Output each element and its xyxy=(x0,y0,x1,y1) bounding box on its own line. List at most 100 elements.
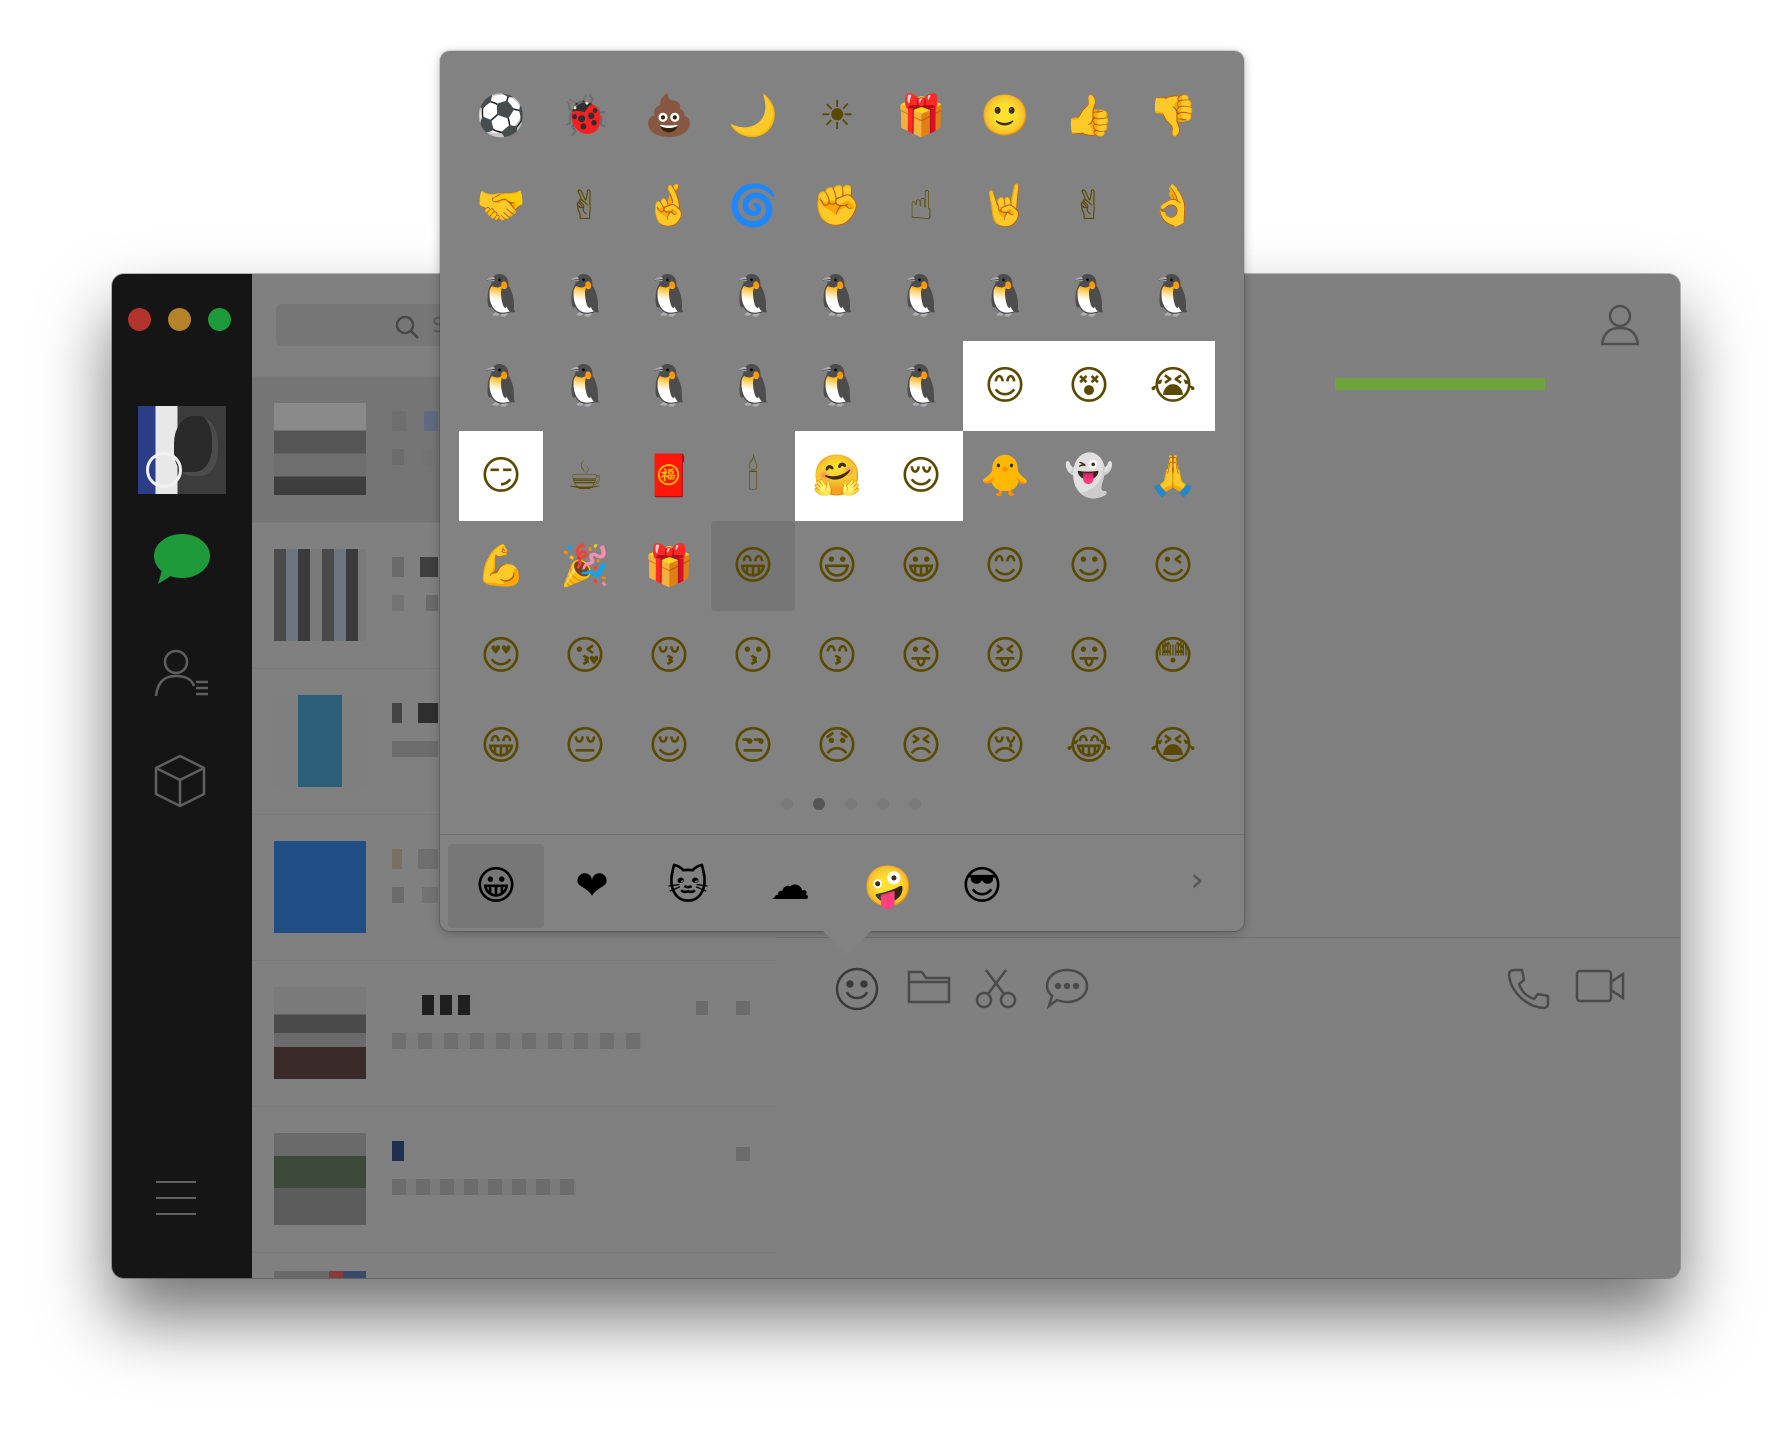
emoji-cell[interactable]: 😘 xyxy=(543,611,627,701)
menu-icon[interactable] xyxy=(152,1178,200,1218)
emoji-cell[interactable]: 🐧 xyxy=(963,251,1047,341)
emoji-cell[interactable]: 😊 xyxy=(963,341,1047,431)
emoji-cell[interactable]: 😭 xyxy=(1131,341,1215,431)
emoji-cell[interactable]: 🐧 xyxy=(1047,251,1131,341)
emoji-cell[interactable]: 🐧 xyxy=(795,341,879,431)
emoji-cell[interactable]: 🐧 xyxy=(711,251,795,341)
close-window-button[interactable] xyxy=(128,308,151,331)
smiley-tab-icon[interactable]: 😀 xyxy=(448,844,544,928)
emoji-cell[interactable]: 😁 xyxy=(711,521,795,611)
emoji-cell[interactable]: 🐧 xyxy=(879,251,963,341)
sunglasses-tab-icon[interactable]: 😎 xyxy=(934,844,1030,928)
conversation-item[interactable] xyxy=(252,1252,776,1278)
emoji-cell[interactable]: 😛 xyxy=(1047,611,1131,701)
emoji-cell[interactable]: 🕯 xyxy=(711,431,795,521)
chat-profile-icon[interactable] xyxy=(1598,302,1642,350)
conversation-item[interactable] xyxy=(252,960,776,1107)
emoji-cell[interactable]: ☕ xyxy=(543,431,627,521)
emoji-cell[interactable]: 🤘 xyxy=(963,161,1047,251)
emoji-cell[interactable]: 💪 xyxy=(459,521,543,611)
emoji-cell[interactable]: 🤞 xyxy=(627,161,711,251)
emoji-cell[interactable]: 😊 xyxy=(963,521,1047,611)
emoji-cell[interactable]: 🎁 xyxy=(627,521,711,611)
zoom-window-button[interactable] xyxy=(208,308,231,331)
scissors-icon[interactable] xyxy=(974,966,1018,1010)
emoji-cell[interactable]: 😏 xyxy=(459,431,543,521)
emoji-cell[interactable]: 👻 xyxy=(1047,431,1131,521)
page-dot[interactable] xyxy=(877,798,889,810)
emoji-cell[interactable]: 😜 xyxy=(879,611,963,701)
emoji-cell[interactable]: 🎉 xyxy=(543,521,627,611)
emoji-cell[interactable]: ✌ xyxy=(543,161,627,251)
favorites-box-icon[interactable] xyxy=(152,752,208,808)
emoji-cell[interactable]: 😞 xyxy=(795,701,879,791)
page-dot[interactable] xyxy=(813,798,825,810)
conversation-item[interactable] xyxy=(252,1106,776,1253)
emoji-cell[interactable]: 😝 xyxy=(963,611,1047,701)
emoji-cell[interactable]: 🎁 xyxy=(879,71,963,161)
minimize-window-button[interactable] xyxy=(168,308,191,331)
emoji-cell[interactable]: 🐧 xyxy=(543,341,627,431)
emoji-cell[interactable]: 🐧 xyxy=(543,251,627,341)
blob-sticker-tab-icon[interactable]: ☁ xyxy=(742,844,838,928)
chats-icon[interactable] xyxy=(152,532,212,586)
emoji-cell[interactable]: 😌 xyxy=(879,431,963,521)
emoji-cell[interactable]: 🐧 xyxy=(459,251,543,341)
emoji-cell[interactable]: 😌 xyxy=(627,701,711,791)
emoji-cell[interactable]: 😗 xyxy=(711,611,795,701)
chat-bubble-icon[interactable] xyxy=(1044,966,1090,1010)
video-call-icon[interactable] xyxy=(1574,966,1626,1006)
emoji-cell[interactable]: 😢 xyxy=(963,701,1047,791)
emoji-cell[interactable]: 🤗 xyxy=(795,431,879,521)
chevron-right-icon[interactable]: › xyxy=(1190,863,1204,897)
emoji-cell[interactable]: 😁 xyxy=(459,701,543,791)
emoji-cell[interactable]: 🐧 xyxy=(879,341,963,431)
emoji-cell[interactable]: 💩 xyxy=(627,71,711,161)
emoji-cell[interactable]: 🤝 xyxy=(459,161,543,251)
heart-tab-icon[interactable]: ❤ xyxy=(544,844,640,928)
emoji-cell[interactable]: 🐥 xyxy=(963,431,1047,521)
emoji-cell[interactable]: 😃 xyxy=(795,521,879,611)
emoji-cell[interactable]: 😉 xyxy=(1131,521,1215,611)
page-dot[interactable] xyxy=(781,798,793,810)
emoji-cell[interactable]: 🌙 xyxy=(711,71,795,161)
emoji-cell[interactable]: 🐧 xyxy=(711,341,795,431)
emoji-cell[interactable]: 😭 xyxy=(1131,701,1215,791)
emoji-cell[interactable]: 😳 xyxy=(1131,611,1215,701)
emoji-cell[interactable]: 😚 xyxy=(627,611,711,701)
emoji-cell[interactable]: 🐧 xyxy=(1131,251,1215,341)
emoji-cell[interactable]: 😒 xyxy=(711,701,795,791)
emoji-cell[interactable]: 😀 xyxy=(879,521,963,611)
emoji-cell[interactable]: 😵 xyxy=(1047,341,1131,431)
emoji-cell[interactable]: 🐧 xyxy=(627,251,711,341)
contacts-icon[interactable] xyxy=(152,646,212,700)
emoji-cell[interactable]: ✊ xyxy=(795,161,879,251)
emoji-cell[interactable]: 🙂 xyxy=(963,71,1047,161)
emoji-cell[interactable]: 😂 xyxy=(1047,701,1131,791)
emoji-cell[interactable]: ✌ xyxy=(1047,161,1131,251)
emoji-cell[interactable]: 🧧 xyxy=(627,431,711,521)
emoji-cell[interactable]: 🙏 xyxy=(1131,431,1215,521)
emoji-cell[interactable]: 👍 xyxy=(1047,71,1131,161)
page-dot[interactable] xyxy=(845,798,857,810)
user-avatar[interactable] xyxy=(138,406,226,494)
emoji-cell[interactable]: 👌 xyxy=(1131,161,1215,251)
emoji-cell[interactable]: 🐧 xyxy=(795,251,879,341)
emoji-cell[interactable]: 😙 xyxy=(795,611,879,701)
emoji-cell[interactable]: 🐧 xyxy=(459,341,543,431)
emoji-cell[interactable]: ☝ xyxy=(879,161,963,251)
emoji-button-icon[interactable] xyxy=(834,966,880,1012)
emoji-cell[interactable]: ⚽ xyxy=(459,71,543,161)
crazy-face-tab-icon[interactable]: 🤪 xyxy=(840,844,936,928)
emoji-cell[interactable]: 🌀 xyxy=(711,161,795,251)
emoji-cell[interactable]: 🐞 xyxy=(543,71,627,161)
emoji-cell[interactable]: 😔 xyxy=(543,701,627,791)
emoji-cell[interactable]: 🐧 xyxy=(627,341,711,431)
emoji-cell[interactable]: 😍 xyxy=(459,611,543,701)
emoji-cell[interactable]: ☺ xyxy=(1047,521,1131,611)
emoji-cell[interactable]: 😣 xyxy=(879,701,963,791)
emoji-cell[interactable]: ☀ xyxy=(795,71,879,161)
folder-icon[interactable] xyxy=(906,966,952,1006)
phone-call-icon[interactable] xyxy=(1506,966,1550,1010)
cat-sticker-tab-icon[interactable]: 🐱 xyxy=(640,844,736,928)
